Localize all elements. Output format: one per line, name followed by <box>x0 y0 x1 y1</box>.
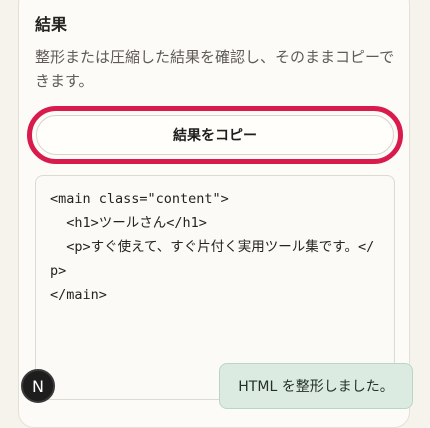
copy-result-button[interactable]: 結果をコピー <box>36 115 394 155</box>
toast-notification: HTML を整形しました。 <box>219 363 413 409</box>
result-code: <main class="content"> <h1>ツールさん</h1> <p… <box>50 191 375 303</box>
section-description: 整形または圧縮した結果を確認し、そのままコピーできます。 <box>35 48 395 90</box>
avatar[interactable]: N <box>21 369 55 403</box>
section-title: 結果 <box>35 15 68 34</box>
